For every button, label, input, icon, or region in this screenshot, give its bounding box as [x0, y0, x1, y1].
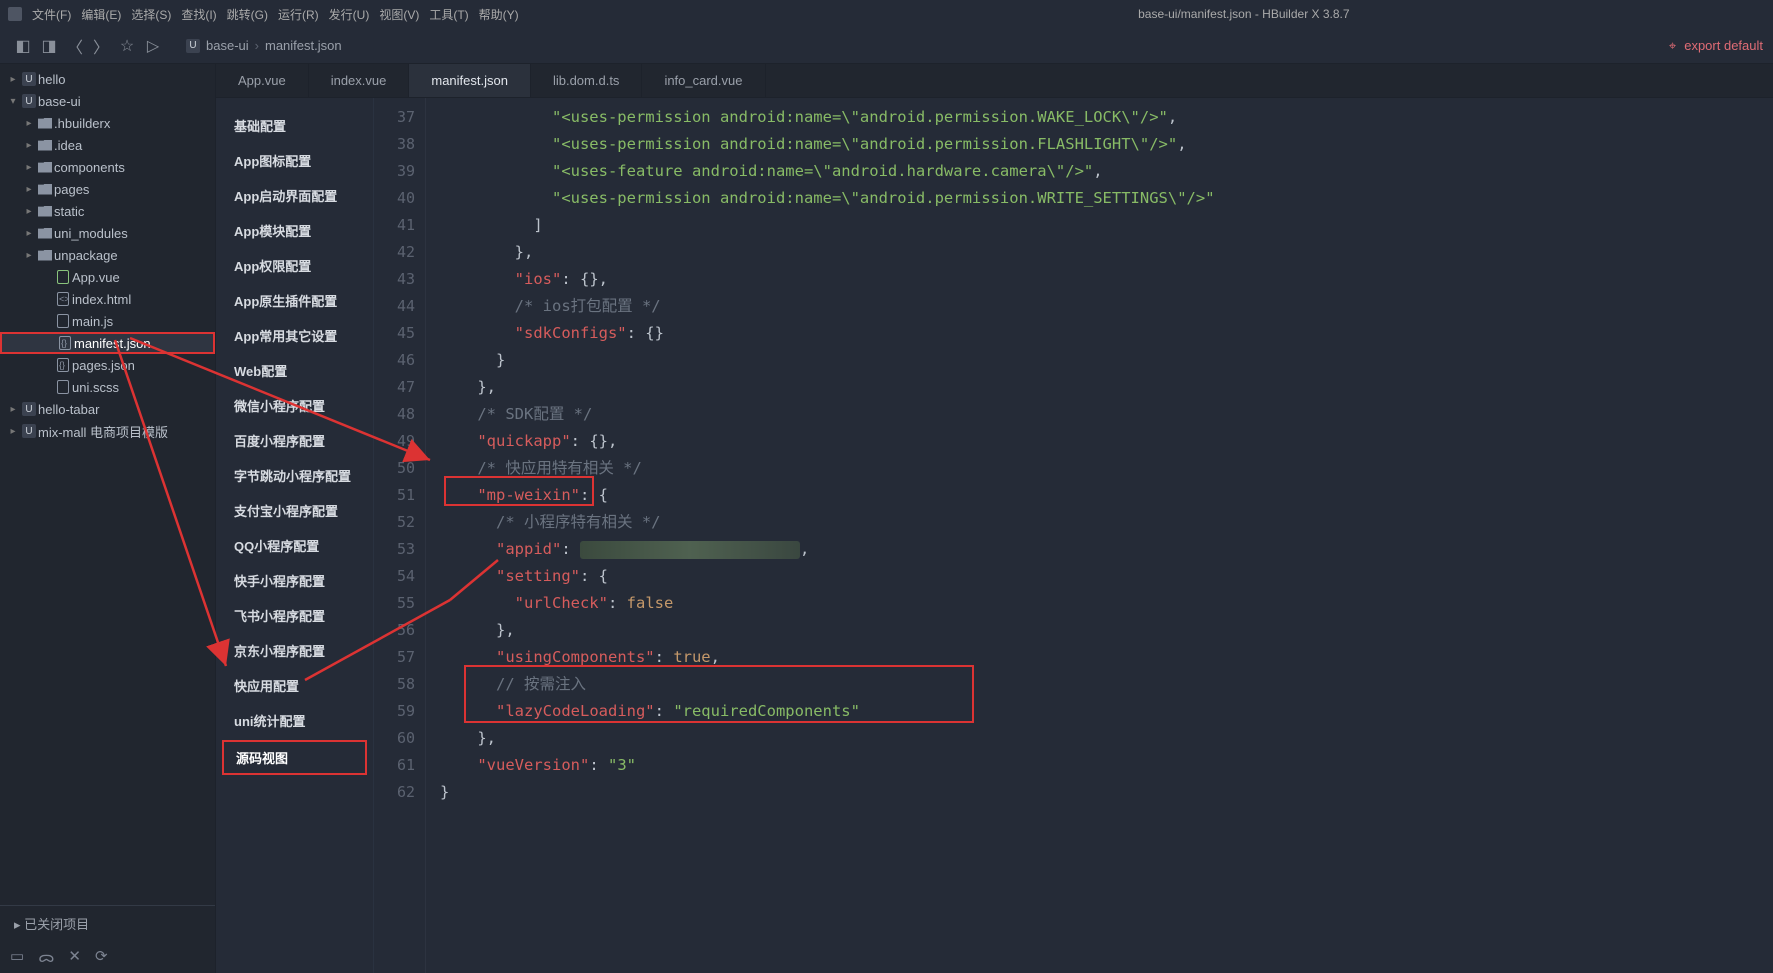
chevron-right-icon: ▸: [14, 917, 21, 932]
tree-folder[interactable]: ▸pages: [0, 178, 215, 200]
config-nav-item[interactable]: App权限配置: [216, 248, 373, 283]
config-nav-item[interactable]: 微信小程序配置: [216, 388, 373, 423]
config-nav-item[interactable]: QQ小程序配置: [216, 528, 373, 563]
project-badge-icon: U: [186, 39, 200, 53]
tab-App-vue[interactable]: App.vue: [216, 64, 309, 97]
tree-folder[interactable]: ▸uni_modules: [0, 222, 215, 244]
gutter: 3738394041424344454647484950515253545556…: [374, 98, 426, 973]
status-icon-2[interactable]: ᯅ: [38, 947, 54, 967]
config-nav-item[interactable]: App常用其它设置: [216, 318, 373, 353]
config-nav-source-view[interactable]: 源码视图: [222, 740, 367, 775]
close-icon[interactable]: ✕: [68, 947, 81, 967]
config-nav-item[interactable]: 飞书小程序配置: [216, 598, 373, 633]
config-nav-item[interactable]: Web配置: [216, 353, 373, 388]
status-icon-1[interactable]: ▭: [10, 947, 24, 967]
code-content[interactable]: "<uses-permission android:name=\"android…: [426, 98, 1773, 973]
tree-folder[interactable]: ▸.hbuilderx: [0, 112, 215, 134]
toolbar-icon-2[interactable]: ◨: [36, 36, 62, 56]
menu-item[interactable]: 跳转(G): [223, 4, 272, 25]
config-nav-item[interactable]: 京东小程序配置: [216, 633, 373, 668]
menu-item[interactable]: 帮助(Y): [475, 4, 523, 25]
closed-projects[interactable]: ▸ 已关闭项目: [0, 905, 215, 941]
run-icon[interactable]: ▷: [140, 36, 166, 56]
tree-folder[interactable]: ▸components: [0, 156, 215, 178]
menu-item[interactable]: 运行(R): [274, 4, 323, 25]
project-root[interactable]: ▸Uhello-tabar: [0, 398, 215, 420]
window-title: base-ui/manifest.json - HBuilder X 3.8.7: [523, 7, 1765, 21]
breadcrumb: U base-ui › manifest.json: [186, 38, 342, 53]
export-default-link[interactable]: export default: [1684, 38, 1763, 53]
project-root[interactable]: ▾Ubase-ui: [0, 90, 215, 112]
menu-item[interactable]: 选择(S): [127, 4, 175, 25]
config-nav-item[interactable]: 快应用配置: [216, 668, 373, 703]
config-nav-item[interactable]: App图标配置: [216, 143, 373, 178]
config-nav-item[interactable]: 快手小程序配置: [216, 563, 373, 598]
project-root[interactable]: ▸Uhello: [0, 68, 215, 90]
tab-info_card-vue[interactable]: info_card.vue: [642, 64, 765, 97]
config-nav-item[interactable]: App启动界面配置: [216, 178, 373, 213]
manifest-config-nav: 基础配置App图标配置App启动界面配置App模块配置App权限配置App原生插…: [216, 98, 374, 973]
toolbar-icon-1[interactable]: ◧: [10, 36, 36, 56]
closed-projects-label: 已关闭项目: [24, 917, 89, 932]
menu-item[interactable]: 查找(I): [177, 4, 220, 25]
tree-folder[interactable]: ▸static: [0, 200, 215, 222]
tree-folder[interactable]: ▸unpackage: [0, 244, 215, 266]
tree-file-manifest-json[interactable]: manifest.json: [0, 332, 215, 354]
menu-item[interactable]: 发行(U): [325, 4, 374, 25]
config-nav-item[interactable]: 字节跳动小程序配置: [216, 458, 373, 493]
menu-item[interactable]: 工具(T): [425, 4, 472, 25]
breadcrumb-project[interactable]: base-ui: [206, 38, 249, 53]
project-root[interactable]: ▸Umix-mall 电商项目模版: [0, 420, 215, 442]
search-target-icon[interactable]: ⌖: [1669, 38, 1676, 54]
config-nav-item[interactable]: App模块配置: [216, 213, 373, 248]
nav-forward-icon[interactable]: 〉: [88, 34, 114, 58]
star-icon[interactable]: ☆: [114, 36, 140, 56]
config-nav-item[interactable]: uni统计配置: [216, 703, 373, 738]
editor-tabs: App.vueindex.vuemanifest.jsonlib.dom.d.t…: [216, 64, 1773, 98]
config-nav-item[interactable]: 百度小程序配置: [216, 423, 373, 458]
tree-file-pages-json[interactable]: pages.json: [0, 354, 215, 376]
annotation-arrows: [426, 98, 1773, 973]
tree-file-uni-scss[interactable]: uni.scss: [0, 376, 215, 398]
nav-back-icon[interactable]: 〈: [62, 34, 88, 58]
tab-manifest-json[interactable]: manifest.json: [409, 64, 531, 97]
menubar: 文件(F)编辑(E)选择(S)查找(I)跳转(G)运行(R)发行(U)视图(V)…: [28, 4, 523, 25]
project-tree[interactable]: ▸Uhello▾Ubase-ui▸.hbuilderx▸.idea▸compon…: [0, 64, 215, 905]
tree-folder[interactable]: ▸.idea: [0, 134, 215, 156]
config-nav-item[interactable]: 基础配置: [216, 108, 373, 143]
refresh-icon[interactable]: ⟳: [95, 947, 108, 967]
tree-file-App-vue[interactable]: App.vue: [0, 266, 215, 288]
config-nav-item[interactable]: 支付宝小程序配置: [216, 493, 373, 528]
breadcrumb-file[interactable]: manifest.json: [265, 38, 342, 53]
menu-item[interactable]: 文件(F): [28, 4, 75, 25]
menu-item[interactable]: 编辑(E): [77, 4, 125, 25]
sidebar: ▸Uhello▾Ubase-ui▸.hbuilderx▸.idea▸compon…: [0, 64, 216, 973]
code-editor[interactable]: 3738394041424344454647484950515253545556…: [374, 98, 1773, 973]
config-nav-item[interactable]: App原生插件配置: [216, 283, 373, 318]
toolbar: ◧ ◨ 〈 〉 ☆ ▷ U base-ui › manifest.json ⌖ …: [0, 28, 1773, 64]
tab-lib-dom-d-ts[interactable]: lib.dom.d.ts: [531, 64, 642, 97]
menu-item[interactable]: 视图(V): [375, 4, 423, 25]
tree-file-index-html[interactable]: index.html: [0, 288, 215, 310]
app-icon: [8, 7, 22, 21]
tree-file-main-js[interactable]: main.js: [0, 310, 215, 332]
chevron-right-icon: ›: [255, 38, 259, 53]
tab-index-vue[interactable]: index.vue: [309, 64, 410, 97]
